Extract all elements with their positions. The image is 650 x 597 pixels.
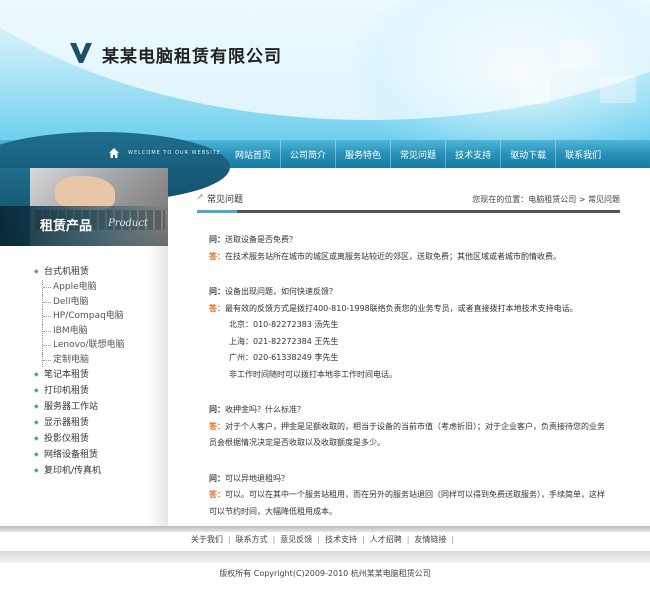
header-hex-decoration xyxy=(600,75,636,103)
menu-item-projector[interactable]: 投影仪租赁 xyxy=(34,431,124,447)
footer-divider xyxy=(0,526,650,532)
menu-item-ibm[interactable]: IBM电脑 xyxy=(42,323,124,338)
footer-separator: | xyxy=(451,535,455,544)
footer-band xyxy=(0,551,650,563)
menu-item-laptop[interactable]: 笔记本租赁 xyxy=(34,367,124,383)
answer-marker: 答： xyxy=(209,251,225,261)
menu-item-dell[interactable]: Dell电脑 xyxy=(42,294,124,309)
faq-item: 问：送取设备是否免费？ 答：在技术服务站所在城市的城区或离服务站较近的郊区，送取… xyxy=(209,232,609,265)
menu-item-copier[interactable]: 复印机/传真机 xyxy=(34,463,124,479)
footer-link-contact[interactable]: 联系方式 xyxy=(236,535,268,544)
menu-item-monitor[interactable]: 显示器租赁 xyxy=(34,415,124,431)
footer-link-feedback[interactable]: 意见反馈 xyxy=(280,535,312,544)
nav-item-faq[interactable]: 常见问题 xyxy=(390,140,445,168)
answer-text: 最有效的反馈方式是拨打400-810-1998联络负责您的业务专员，或者直接拨打… xyxy=(225,303,578,313)
section-rule xyxy=(197,210,620,213)
nav-menu: 网站首页 公司简介 服务特色 常见问题 技术支持 驱动下载 联系我们 xyxy=(226,140,610,168)
faq-item: 问：设备出现问题，如何快速反馈？ 答：最有效的反馈方式是拨打400-810-19… xyxy=(209,284,609,383)
footer-separator: | xyxy=(362,535,365,544)
site-header: 某某电脑租赁有限公司 xyxy=(0,0,650,140)
faq-question: 问：收押金吗？什么标准？ xyxy=(209,402,609,419)
footer-separator: | xyxy=(272,535,276,544)
copyright: 版权所有 Copyright(C)2009-2010 杭州某某电脑租赁公司 xyxy=(219,569,431,578)
breadcrumb-home[interactable]: 电脑租赁公司 xyxy=(528,195,576,204)
menu-item-printer[interactable]: 打印机租赁 xyxy=(34,383,124,399)
sidebar: 租赁产品 Product 台式机租赁 Apple电脑 Dell电脑 HP/Com… xyxy=(0,168,168,526)
section-title: ➚ 常见问题 xyxy=(197,192,243,205)
question-marker: 问： xyxy=(209,287,225,296)
answer-text: 可以。可以在其中一个服务站租用，而在另外的服务站退回（同样可以得到免费送取服务）… xyxy=(209,490,605,516)
menu-item-network[interactable]: 网络设备租赁 xyxy=(34,447,124,463)
faq-question: 问：设备出现问题，如何快速反馈？ xyxy=(209,284,609,301)
footer-link-about[interactable]: 关于我们 xyxy=(191,535,223,544)
question-text: 收押金吗？什么标准？ xyxy=(225,405,305,414)
section-title-text: 常见问题 xyxy=(207,195,244,205)
question-marker: 问： xyxy=(209,473,225,483)
header-hex-decoration xyxy=(520,80,550,104)
faq-answer: 答：可以。可以在其中一个服务站租用，而在另外的服务站退回（同样可以得到免费送取服… xyxy=(209,487,609,520)
faq-question: 问：可以异地退租吗？ xyxy=(209,471,609,488)
answer-text: 对于个人客户，押金是足额收取的，相当于设备的当前市值（考虑折旧）；对于企业客户，… xyxy=(209,421,605,448)
main-content: ➚ 常见问题 您现在的位置：电脑租赁公司 > 常见问题 问：送取设备是否免费？ … xyxy=(197,190,620,520)
company-name[interactable]: 某某电脑租赁有限公司 xyxy=(102,42,282,67)
menu-item-hp[interactable]: HP/Compaq电脑 xyxy=(42,309,124,324)
nav-item-contact[interactable]: 联系我们 xyxy=(555,140,610,168)
footer-links: 关于我们 | 联系方式 | 意见反馈 | 技术支持 | 人才招聘 | 友情链接 | xyxy=(0,534,650,545)
banner-subtitle: Product xyxy=(108,218,148,229)
product-banner: 租赁产品 Product xyxy=(0,168,168,246)
faq-answer: 答：最有效的反馈方式是拨打400-810-1998联络负责您的业务专员，或者直接… xyxy=(209,301,609,318)
arrow-icon: ➚ xyxy=(197,192,204,201)
product-menu: 台式机租赁 Apple电脑 Dell电脑 HP/Compaq电脑 IBM电脑 L… xyxy=(34,264,124,479)
home-icon xyxy=(109,148,119,158)
question-marker: 问： xyxy=(209,405,225,414)
footer-separator: | xyxy=(317,535,320,544)
w-logo-icon xyxy=(70,43,92,63)
contact-guangzhou: 广州：020-61338249 李先生 xyxy=(229,353,339,362)
menu-item-desktop[interactable]: 台式机租赁 xyxy=(34,264,124,280)
section-header: ➚ 常见问题 您现在的位置：电脑租赁公司 > 常见问题 xyxy=(197,190,620,208)
hand-image xyxy=(55,176,115,210)
footer-separator: | xyxy=(227,535,231,544)
nav-item-about[interactable]: 公司简介 xyxy=(280,140,335,168)
footer-link-jobs[interactable]: 人才招聘 xyxy=(370,535,402,544)
faq-answer: 答：在技术服务站所在城市的城区或离服务站较近的郊区，送取免费；其他区域或者城市酌… xyxy=(209,249,609,266)
question-text: 设备出现问题，如何快速反馈？ xyxy=(225,287,337,296)
question-text: 可以异地退租吗？ xyxy=(225,473,289,483)
menu-item-server[interactable]: 服务器工作站 xyxy=(34,399,124,415)
menu-item-apple[interactable]: Apple电脑 xyxy=(42,280,124,295)
nav-item-home[interactable]: 网站首页 xyxy=(226,140,280,168)
faq-answer: 答：对于个人客户，押金是足额收取的，相当于设备的当前市值（考虑折旧）；对于企业客… xyxy=(209,419,609,452)
menu-item-lenovo[interactable]: Lenovo/联想电脑 xyxy=(42,338,124,353)
nav-item-drivers[interactable]: 驱动下载 xyxy=(500,140,555,168)
contact-beijing: 北京：010-82272383 汤先生 xyxy=(229,320,339,329)
question-text: 送取设备是否免费？ xyxy=(225,235,297,244)
footer-link-friends[interactable]: 友情链接 xyxy=(414,535,446,544)
footer-separator: | xyxy=(406,535,410,544)
breadcrumb-prefix: 您现在的位置： xyxy=(472,195,529,204)
contact-shanghai: 上海：021-82272384 王先生 xyxy=(229,336,339,346)
header-hex-decoration xyxy=(560,40,600,70)
after-hours-note: 非工作时间随时可以拨打本地非工作时间电话。 xyxy=(229,369,397,379)
banner-title: 租赁产品 xyxy=(40,219,93,234)
main-nav: WELCOME TO OUR WEBSITE 网站首页 公司简介 服务特色 常见… xyxy=(0,132,650,202)
answer-marker: 答： xyxy=(209,421,225,431)
footer-link-support[interactable]: 技术支持 xyxy=(325,535,357,544)
breadcrumb-current: 常见问题 xyxy=(588,195,620,204)
breadcrumb-separator: > xyxy=(576,195,588,204)
breadcrumb: 您现在的位置：电脑租赁公司 > 常见问题 xyxy=(472,194,620,205)
welcome-text: WELCOME TO OUR WEBSITE xyxy=(128,150,221,156)
menu-item-custom[interactable]: 定制电脑 xyxy=(42,352,124,367)
faq-question: 问：送取设备是否免费？ xyxy=(209,232,609,249)
answer-text: 在技术服务站所在城市的城区或离服务站较近的郊区，送取免费；其他区域或者城市酌情收… xyxy=(225,251,561,261)
nav-item-services[interactable]: 服务特色 xyxy=(335,140,390,168)
header-glow-decoration xyxy=(350,0,650,140)
question-marker: 问： xyxy=(209,235,225,244)
faq-item: 问：可以异地退租吗？ 答：可以。可以在其中一个服务站租用，而在另外的服务站退回（… xyxy=(209,471,609,521)
answer-marker: 答： xyxy=(209,303,225,313)
answer-marker: 答： xyxy=(209,490,225,499)
nav-item-support[interactable]: 技术支持 xyxy=(445,140,500,168)
faq-item: 问：收押金吗？什么标准？ 答：对于个人客户，押金是足额收取的，相当于设备的当前市… xyxy=(209,402,609,452)
